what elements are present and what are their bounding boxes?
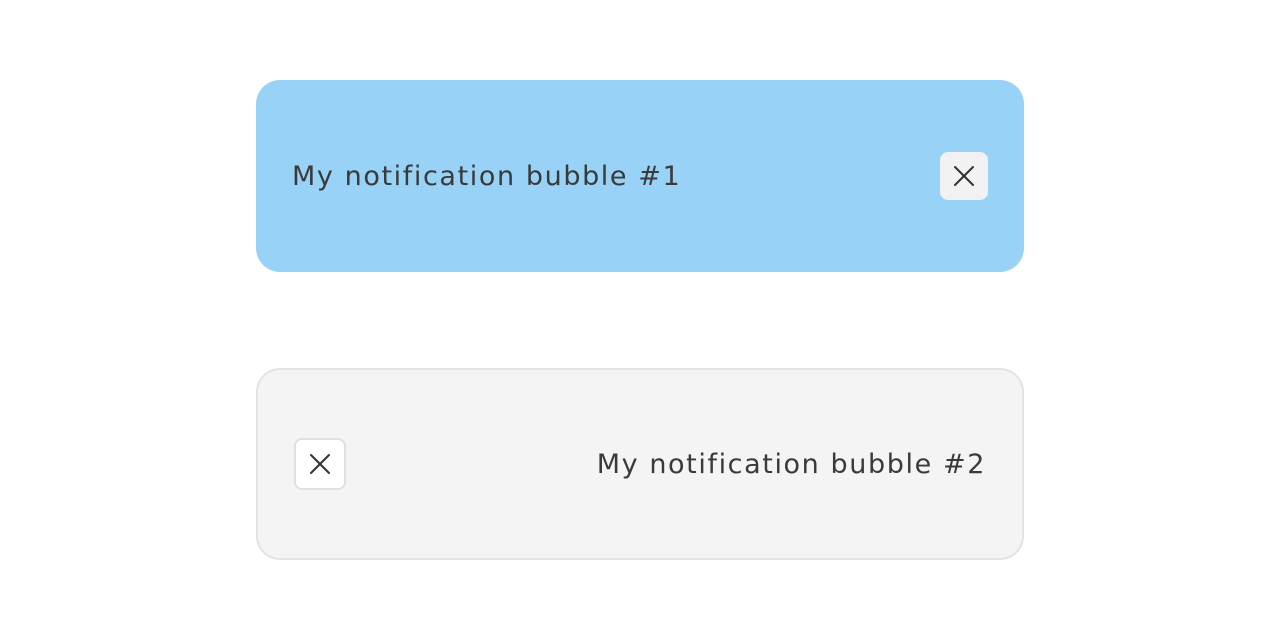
close-button[interactable] [940, 152, 988, 200]
notification-bubble-2: My notification bubble #2 [256, 368, 1024, 560]
close-icon [310, 454, 330, 474]
close-icon [954, 166, 974, 186]
notification-bubble-1: My notification bubble #1 [256, 80, 1024, 272]
close-button[interactable] [294, 438, 346, 490]
page: My notification bubble #1 My notificatio… [0, 0, 1280, 640]
notification-message: My notification bubble #1 [292, 160, 682, 192]
notification-message: My notification bubble #2 [596, 448, 986, 480]
